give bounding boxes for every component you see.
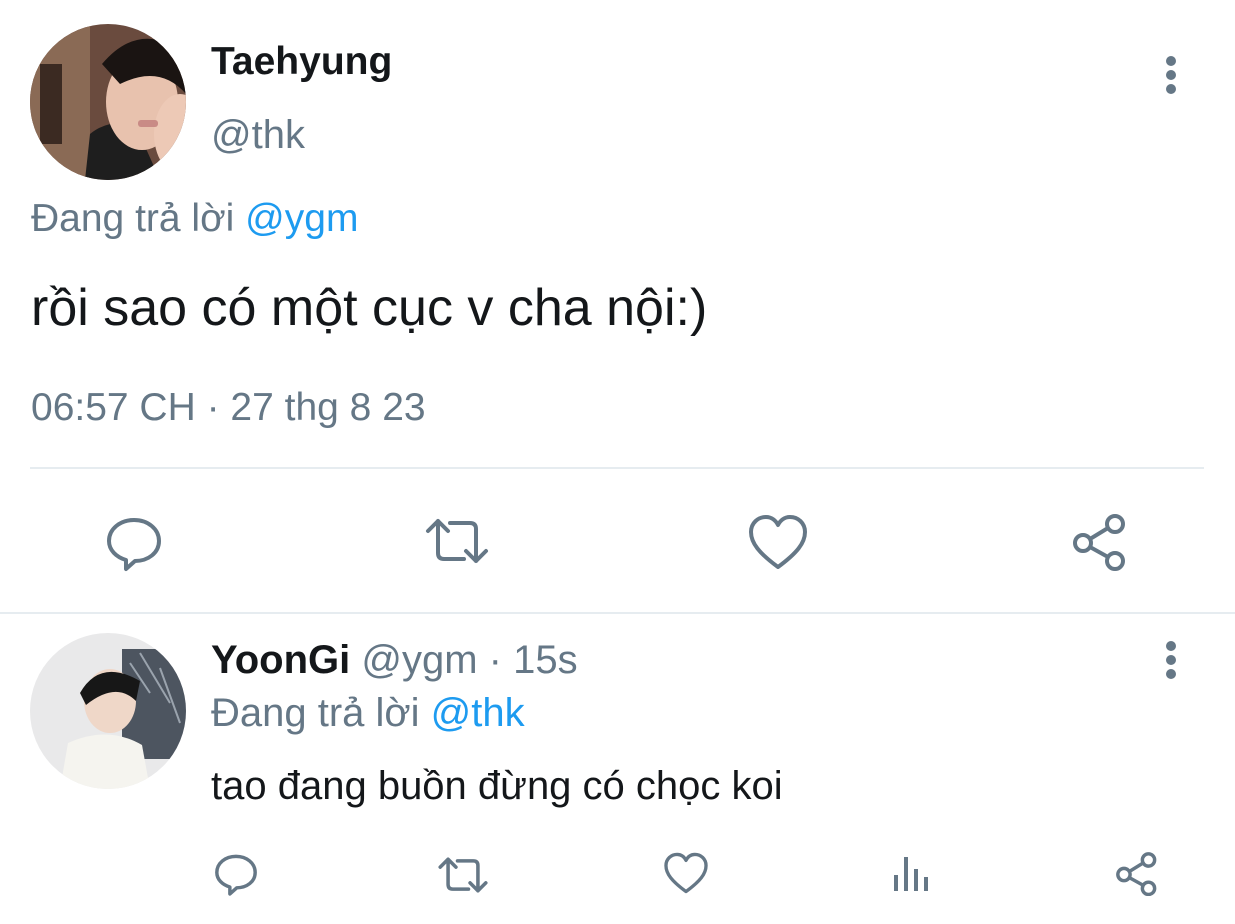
retweet-icon[interactable] (424, 513, 490, 569)
replying-to-label: Đang trả lời (31, 197, 235, 240)
replying-to-mention[interactable]: @ygm (245, 197, 358, 240)
display-name[interactable]: Taehyung (211, 39, 392, 85)
replying-to-label: Đang trả lời (211, 691, 420, 735)
handle-and-time[interactable]: @ygm · 15s (361, 638, 577, 682)
tweet-separator (0, 612, 1235, 614)
analytics-icon[interactable] (891, 853, 931, 893)
avatar-taehyung[interactable] (30, 24, 186, 180)
share-icon[interactable] (1070, 511, 1130, 571)
avatar-yoongi[interactable] (30, 633, 186, 789)
replying-to-mention[interactable]: @thk (431, 691, 525, 735)
handle[interactable]: @thk (211, 111, 305, 159)
more-options-icon[interactable] (1159, 45, 1183, 105)
retweet-icon[interactable] (437, 853, 489, 897)
display-name[interactable]: YoonGi (211, 638, 350, 682)
replying-to: Đang trả lời @ygm (31, 196, 358, 242)
like-icon[interactable] (663, 851, 709, 895)
divider (30, 467, 1204, 469)
tweet-timestamp[interactable]: 06:57 CH · 27 thg 8 23 (31, 385, 426, 431)
share-icon[interactable] (1114, 850, 1160, 896)
more-options-icon[interactable] (1159, 630, 1183, 690)
like-icon[interactable] (747, 513, 809, 571)
reply-icon[interactable] (104, 513, 164, 573)
replying-to: Đang trả lời @thk (211, 690, 525, 736)
reply-icon[interactable] (213, 851, 259, 897)
tweet-text: tao đang buồn đừng có chọc koi (211, 764, 783, 808)
reply-header: YoonGi @ygm · 15s (211, 637, 578, 683)
tweet-text: rồi sao có một cục v cha nội:) (31, 279, 708, 337)
